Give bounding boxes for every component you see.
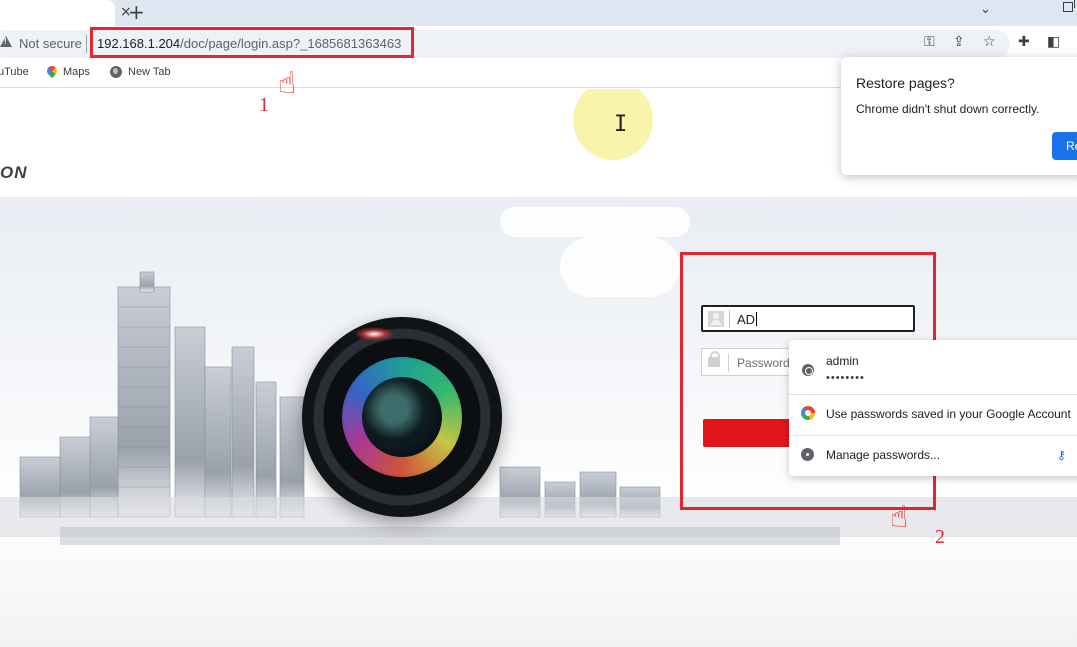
maps-icon xyxy=(47,66,57,78)
chrome-icon xyxy=(801,448,814,461)
lock-icon xyxy=(708,351,720,367)
warning-icon[interactable] xyxy=(0,36,12,47)
saved-password-mask: •••••••• xyxy=(826,372,865,384)
globe-icon xyxy=(110,66,122,78)
lens-core xyxy=(362,377,442,457)
annotation-step-1: 1 xyxy=(259,94,269,116)
login-button[interactable] xyxy=(703,419,803,447)
password-autofill-dropdown: admin •••••••• Use passwords saved in yo… xyxy=(789,340,1077,476)
annotation-step-2: 2 xyxy=(935,526,945,548)
key-icon[interactable]: ⚿ xyxy=(924,34,935,50)
key-icon: ⚷ xyxy=(1057,448,1066,462)
hand-pointer-icon: ☝ xyxy=(278,66,297,101)
brand-logo: ON xyxy=(0,163,28,182)
share-icon[interactable]: ⇪ xyxy=(953,34,965,50)
google-passwords-option[interactable]: Use passwords saved in your Google Accou… xyxy=(826,407,1071,421)
field-divider xyxy=(728,354,729,372)
bookmark-maps[interactable]: Maps xyxy=(47,66,90,78)
restore-pages-popup: Restore pages? Chrome didn't shut down c… xyxy=(841,57,1077,175)
bookmark-new-tab[interactable]: New Tab xyxy=(110,66,171,78)
password-placeholder: Password xyxy=(737,356,790,370)
tab-search-icon[interactable]: ⌄ xyxy=(980,2,991,17)
username-value: AD xyxy=(737,312,758,327)
cursor-highlight xyxy=(573,89,653,160)
restore-button[interactable]: Re xyxy=(1052,132,1077,160)
bookmark-label: uTube xyxy=(0,66,29,78)
omnibox-separator xyxy=(86,35,87,53)
camera-lens-image xyxy=(302,317,502,517)
security-indicator[interactable]: Not secure xyxy=(19,36,82,51)
manage-passwords-option[interactable]: Manage passwords... xyxy=(826,448,940,462)
extensions-icon[interactable]: ✚ xyxy=(1018,34,1030,50)
new-tab-icon[interactable]: + xyxy=(128,0,145,24)
bookmark-youtube[interactable]: uTube xyxy=(0,66,29,78)
autofill-saved-credential[interactable]: admin •••••••• xyxy=(789,340,1077,392)
user-icon xyxy=(708,311,724,327)
star-icon[interactable]: ☆ xyxy=(983,34,996,50)
saved-username: admin xyxy=(826,354,859,368)
text-cursor-icon: I xyxy=(614,112,628,137)
restore-title: Restore pages? xyxy=(856,75,955,91)
window-restore-icon[interactable] xyxy=(1063,0,1075,12)
field-divider xyxy=(729,310,730,328)
restore-message: Chrome didn't shut down correctly. xyxy=(856,102,1040,116)
bookmark-label: Maps xyxy=(63,66,90,78)
site-globe-icon xyxy=(802,364,814,376)
lens-glint xyxy=(354,327,394,341)
dropdown-divider xyxy=(789,394,1077,395)
bookmark-label: New Tab xyxy=(128,66,171,78)
google-icon xyxy=(801,406,815,420)
sidepanel-icon[interactable]: ◧ xyxy=(1047,34,1060,50)
dropdown-divider xyxy=(789,435,1077,436)
browser-tab[interactable] xyxy=(0,0,115,26)
username-input[interactable]: AD xyxy=(701,305,915,332)
hand-pointer-icon: ☝ xyxy=(890,500,909,535)
tab-strip: × + ⌄ xyxy=(0,0,1077,26)
annotation-box-url xyxy=(90,27,414,58)
